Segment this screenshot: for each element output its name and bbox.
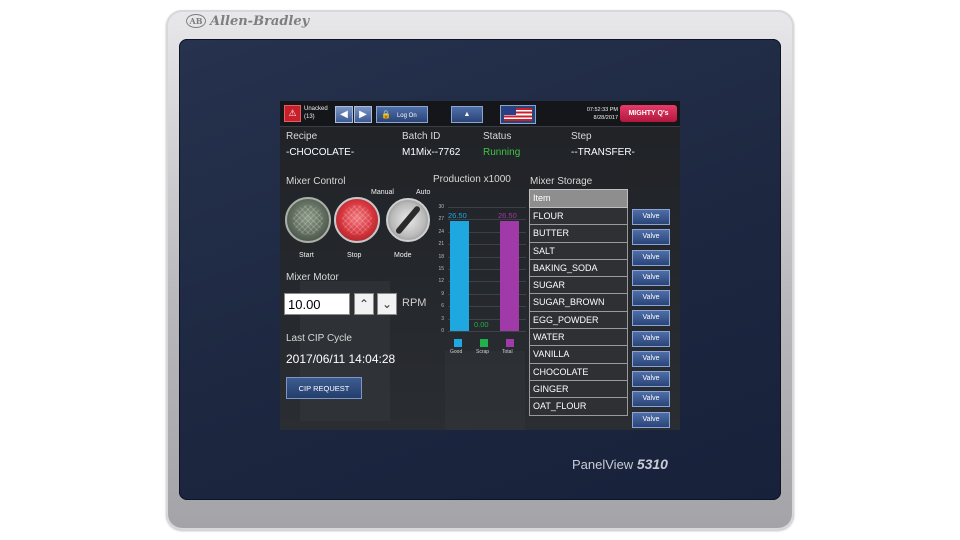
legend-swatch — [506, 339, 514, 347]
table-row[interactable]: SUGAR_BROWN — [529, 294, 628, 312]
valve-buttons: Valve Valve Valve Valve Valve Valve Valve Valve… — [632, 209, 670, 430]
chart-title: Production x1000 — [433, 174, 511, 185]
table-row[interactable]: OAT_FLOUR — [529, 398, 628, 416]
manual-label: Manual — [371, 189, 394, 196]
storage-table: Item FLOUR BUTTER SALT BAKING_SODA SUGAR SUGA… — [529, 189, 628, 416]
status-value: Running — [483, 147, 521, 158]
background-machinery — [445, 351, 525, 430]
chevron-up-icon[interactable]: ⌃ — [354, 293, 374, 315]
model-prefix: PanelView — [572, 457, 634, 472]
bell-icon[interactable]: ⚠ — [284, 105, 301, 122]
legend-label: Total — [502, 349, 513, 355]
y-tick-label: 3 — [441, 315, 444, 322]
rpm-unit: RPM — [402, 297, 427, 309]
grid-line — [448, 207, 526, 208]
legend-swatch — [480, 339, 488, 347]
bar-value-label: 0.00 — [474, 320, 489, 329]
legend-swatch — [454, 339, 462, 347]
table-row[interactable]: FLOUR — [529, 208, 628, 226]
arrow-right-icon[interactable]: ▶ — [354, 106, 372, 123]
legend-label: Scrap — [476, 349, 490, 355]
brand-logo: AB Allen-Bradley — [186, 14, 309, 29]
stop-label: Stop — [347, 252, 362, 259]
y-tick-label: 27 — [438, 216, 444, 223]
production-chart: 30 27 24 21 18 15 12 9 6 3 0 26.50 0.00 26.50 Good Scra… — [430, 201, 530, 355]
valve-button[interactable]: Valve — [632, 330, 670, 347]
lock-icon: 🔒 — [381, 110, 391, 119]
last-cip-title: Last CIP Cycle — [286, 333, 352, 344]
legend-label: Good — [450, 349, 463, 355]
bar-good — [450, 221, 469, 331]
us-flag-icon — [504, 108, 532, 121]
table-header: Item — [529, 189, 628, 208]
chevron-down-icon[interactable]: ⌄ — [377, 293, 397, 315]
status-label: Status — [483, 131, 512, 142]
ab-mark: AB — [186, 14, 206, 28]
start-button[interactable] — [285, 197, 331, 243]
mode-selector-switch[interactable] — [386, 198, 430, 242]
y-tick-label: 0 — [441, 328, 444, 334]
valve-button[interactable]: Valve — [632, 310, 670, 327]
stop-button[interactable] — [334, 197, 380, 243]
mixer-motor-title: Mixer Motor — [286, 272, 339, 283]
recipe-value: -CHOCOLATE- — [286, 147, 355, 158]
valve-button[interactable]: Valve — [632, 290, 670, 306]
table-row[interactable]: VANILLA — [529, 346, 628, 364]
mixer-control-title: Mixer Control — [286, 176, 346, 187]
company-logo: MIGHTY Q's — [620, 105, 677, 122]
y-tick-label: 30 — [438, 204, 444, 210]
valve-button[interactable]: Valve — [632, 269, 670, 286]
mixer-storage-title: Mixer Storage — [530, 176, 593, 187]
y-tick-label: 24 — [438, 228, 444, 235]
hmi-screen: ⚠ Unacked (13) ◀ ▶ 🔒 Log On ▲ 07:52:33 PM 8… — [280, 101, 680, 430]
batch-id-label: Batch ID — [402, 131, 441, 142]
y-tick-label: 9 — [441, 290, 444, 297]
table-row[interactable]: BAKING_SODA — [529, 259, 628, 278]
table-row[interactable]: GINGER — [529, 380, 628, 399]
valve-button[interactable]: Valve — [632, 391, 670, 408]
table-row[interactable]: SALT — [529, 242, 628, 260]
unacked-alarms: Unacked (13) — [304, 106, 328, 120]
log-on-label: Log On — [396, 113, 417, 119]
brand-name: Allen-Bradley — [210, 14, 310, 29]
valve-button[interactable]: Valve — [632, 209, 670, 225]
y-tick-label: 6 — [441, 303, 444, 310]
auto-label: Auto — [416, 189, 431, 196]
triangle-up-icon[interactable]: ▲ — [451, 106, 483, 123]
table-row[interactable]: EGG_POWDER — [529, 311, 628, 330]
grid-line — [448, 331, 526, 332]
y-tick-label: 21 — [438, 241, 444, 248]
table-row[interactable]: BUTTER — [529, 225, 628, 243]
start-label: Start — [299, 252, 314, 259]
batch-id-value: M1Mix--7762 — [402, 147, 461, 158]
valve-button[interactable]: Valve — [632, 411, 670, 428]
mode-label: Mode — [394, 252, 412, 259]
last-cip-timestamp: 2017/06/11 14:04:28 — [286, 352, 396, 366]
valve-button[interactable]: Valve — [632, 350, 670, 367]
arrow-left-icon[interactable]: ◀ — [335, 106, 353, 123]
bar-value-label: 26.50 — [448, 211, 467, 221]
y-tick-label: 18 — [438, 253, 444, 260]
cip-request-button[interactable]: CIP REQUEST — [286, 377, 362, 399]
bar-total — [500, 221, 519, 331]
model-number: 5310 — [636, 456, 668, 472]
bar-value-label: 26.50 — [498, 211, 517, 221]
motor-speed-input[interactable]: 10.00 — [284, 293, 350, 315]
model-label: PanelView 5310 — [572, 456, 668, 472]
y-tick-label: 12 — [438, 278, 444, 285]
valve-button[interactable]: Valve — [632, 371, 670, 387]
table-row[interactable]: SUGAR — [529, 277, 628, 295]
clock: 07:52:33 PM 8/28/2017 — [586, 107, 618, 121]
valve-button[interactable]: Valve — [632, 229, 670, 246]
table-row[interactable]: CHOCOLATE — [529, 363, 628, 381]
language-button[interactable] — [500, 105, 536, 124]
top-toolbar: ⚠ Unacked (13) ◀ ▶ 🔒 Log On ▲ 07:52:33 PM 8… — [280, 101, 680, 127]
y-tick-label: 15 — [438, 266, 444, 272]
recipe-label: Recipe — [286, 131, 318, 142]
step-value: --TRANSFER- — [571, 147, 635, 158]
log-on-button[interactable]: 🔒 Log On — [376, 106, 428, 123]
valve-button[interactable]: Valve — [632, 249, 670, 266]
step-label: Step — [571, 131, 592, 142]
table-row[interactable]: WATER — [529, 329, 628, 347]
